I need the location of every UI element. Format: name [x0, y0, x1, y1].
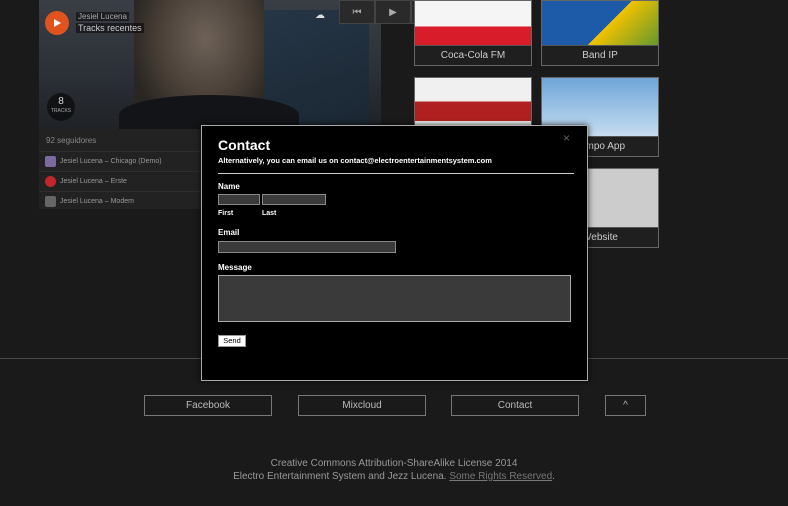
rights-link[interactable]: Some Rights Reserved: [449, 471, 552, 482]
artist-name[interactable]: Jesiel Lucena: [76, 12, 129, 21]
track-title[interactable]: Jesiel Lucena – Erste: [60, 178, 127, 185]
contact-button[interactable]: Contact: [451, 395, 579, 416]
play-icon: [54, 19, 61, 27]
mixcloud-button[interactable]: Mixcloud: [298, 395, 426, 416]
footer-credits: Creative Commons Attribution-ShareAlike …: [0, 457, 788, 483]
tracks-label: TRACKS: [50, 108, 72, 114]
first-label: First: [218, 210, 234, 217]
track-title[interactable]: Jesiel Lucena – Modem: [60, 198, 134, 205]
track-thumbnail: [45, 196, 56, 207]
close-icon[interactable]: ×: [563, 131, 570, 145]
modal-divider: [218, 173, 574, 174]
tracks-count: 8: [58, 96, 64, 107]
tile-coca-cola-fm[interactable]: Coca-Cola FM: [414, 0, 532, 66]
tile-caption[interactable]: Band IP: [542, 45, 658, 65]
first-name-field[interactable]: [218, 194, 260, 205]
track-title[interactable]: Jesiel Lucena – Chicago (Demo): [60, 158, 162, 165]
soundcloud-logo-icon[interactable]: ☁: [315, 10, 325, 21]
send-button[interactable]: Send: [218, 335, 246, 347]
contact-modal: × Contact Alternatively, you can email u…: [201, 125, 588, 381]
play-pause-button[interactable]: ▶: [375, 0, 411, 24]
play-icon: ▶: [389, 6, 397, 18]
play-button[interactable]: [45, 11, 69, 35]
email-label: Email: [218, 228, 240, 237]
playlist-title[interactable]: Tracks recentes: [76, 23, 144, 33]
track-thumbnail: [45, 176, 56, 187]
previous-button[interactable]: ⏮: [339, 0, 375, 24]
back-to-top-button[interactable]: ^: [605, 395, 646, 416]
credit-text: Electro Entertainment System and Jezz Lu…: [233, 471, 447, 482]
last-label: Last: [262, 210, 277, 217]
tracks-count-badge: 8 TRACKS: [47, 93, 75, 121]
message-field[interactable]: [218, 275, 571, 322]
modal-subtitle: Alternatively, you can email us on conta…: [218, 156, 492, 165]
tile-caption[interactable]: Coca-Cola FM: [415, 45, 531, 65]
license-text: Creative Commons Attribution-ShareAlike …: [270, 458, 518, 469]
modal-title: Contact: [218, 137, 271, 153]
followers-count: 92 seguidores: [46, 136, 97, 145]
previous-icon: ⏮: [352, 6, 362, 18]
email-field[interactable]: [218, 241, 396, 253]
credit-end: .: [552, 471, 555, 482]
last-name-field[interactable]: [262, 194, 326, 205]
message-label: Message: [218, 263, 252, 272]
name-label: Name: [218, 182, 240, 191]
track-thumbnail: [45, 156, 56, 167]
facebook-button[interactable]: Facebook: [144, 395, 272, 416]
credit-line: Electro Entertainment System and Jezz Lu…: [0, 470, 788, 483]
tile-band-ip[interactable]: Band IP: [541, 0, 659, 66]
